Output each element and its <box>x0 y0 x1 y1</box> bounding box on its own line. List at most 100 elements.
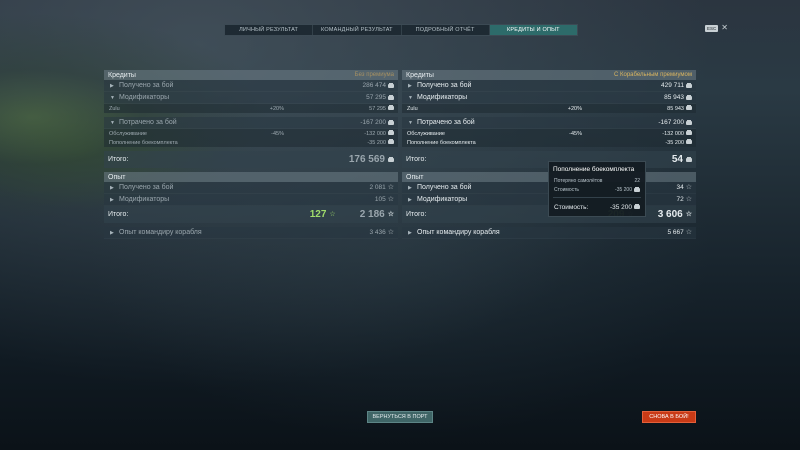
tooltip-cost-value: -35 200 <box>615 186 632 193</box>
xp-earned-value: 34 <box>676 184 684 191</box>
xp-earned-row[interactable]: ▶ Получено за бой 2 081 ☆ <box>104 182 398 194</box>
credits-title: Кредиты <box>406 71 434 79</box>
chevron-right-icon: ▶ <box>110 229 114 236</box>
tooltip-cost-row: Стоимость -35 200 <box>549 185 645 194</box>
close-control[interactable]: ESC ✕ <box>705 24 728 32</box>
return-to-port-button[interactable]: ВЕРНУТЬСЯ В ПОРТ <box>367 411 433 423</box>
free-xp-star-icon: ☆ <box>329 211 336 218</box>
credits-icon <box>388 138 394 144</box>
close-icon[interactable]: ✕ <box>721 24 728 32</box>
credits-icon <box>634 204 640 209</box>
credits-icon <box>388 104 394 110</box>
chevron-down-icon: ▼ <box>110 119 115 126</box>
chevron-down-icon: ▼ <box>110 94 115 101</box>
credits-total-value: 176 569 <box>348 154 385 165</box>
credits-header: Кредиты Без премиума <box>104 70 398 80</box>
credits-total-value: 54 <box>671 154 683 165</box>
left-panel-no-premium: Кредиты Без премиума ▶ Получено за бой 28… <box>104 70 398 239</box>
xp-total-value: 3 606 <box>657 209 683 220</box>
xp-title: Опыт <box>108 173 126 181</box>
xp-total-value: 2 186 <box>359 209 385 220</box>
tab-credits-and-xp[interactable]: КРЕДИТЫ И ОПЫТ <box>489 25 577 35</box>
xp-free-value: 127 <box>309 209 327 220</box>
xp-star-icon: ☆ <box>685 211 692 218</box>
commander-xp-row[interactable]: ▶ Опыт командиру корабля 3 436 ☆ <box>104 227 398 239</box>
tooltip-total-cost-label: Стоимость: <box>554 203 589 211</box>
commander-xp-row[interactable]: ▶ Опыт командиру корабля 5 667 ☆ <box>402 227 696 239</box>
xp-modifiers-row[interactable]: ▶ Модификаторы 105 ☆ <box>104 194 398 206</box>
spent-row[interactable]: ▼ Потрачено за бой -167 200 <box>402 117 696 129</box>
xp-star-icon: ☆ <box>387 196 394 203</box>
credits-icon <box>686 129 692 135</box>
esc-key-badge: ESC <box>705 24 719 32</box>
zulu-pct: +20% <box>269 105 284 112</box>
zulu-label: Zulu <box>109 105 120 112</box>
xp-modifiers-label: Модификаторы <box>417 196 468 203</box>
spent-value: -167 200 <box>360 119 386 126</box>
ammo-label: Пополнение боекомплекта <box>109 139 178 146</box>
chevron-right-icon: ▶ <box>110 184 114 191</box>
xp-star-icon: ☆ <box>387 229 394 236</box>
credits-header: Кредиты С Корабельным премиумом <box>402 70 696 80</box>
credits-title: Кредиты <box>108 71 136 79</box>
credits-icon <box>634 186 640 192</box>
modifiers-row[interactable]: ▼ Модификаторы 57 295 <box>104 92 398 104</box>
tab-personal-result[interactable]: ЛИЧНЫЙ РЕЗУЛЬТАТ <box>225 25 314 35</box>
battle-again-button[interactable]: СНОВА В БОЙ! <box>642 411 696 423</box>
tooltip-total-cost-value: -35 200 <box>609 203 632 211</box>
xp-earned-value: 2 081 <box>369 184 386 191</box>
chevron-right-icon: ▶ <box>408 184 412 191</box>
xp-title: Опыт <box>406 173 424 181</box>
tooltip-divider <box>553 197 641 198</box>
earned-row[interactable]: ▶ Получено за бой 429 711 <box>402 80 696 92</box>
credits-icon <box>388 82 394 88</box>
xp-header: Опыт <box>104 172 398 182</box>
credits-icon <box>388 129 394 135</box>
tab-detailed-report[interactable]: ПОДРОБНЫЙ ОТЧЁТ <box>402 25 490 35</box>
commander-xp-value: 3 436 <box>369 229 386 236</box>
credits-total-label: Итого: <box>406 156 427 163</box>
zulu-value: 85 943 <box>667 105 684 112</box>
credits-icon <box>388 119 394 125</box>
zulu-row: Zulu +20% 85 943 <box>402 104 696 113</box>
service-row: Обслуживание -45% -132 000 <box>104 129 398 138</box>
spent-label: Потрачено за бой <box>119 119 177 126</box>
earned-label: Получено за бой <box>417 82 472 89</box>
ammo-value: -35 200 <box>367 139 386 146</box>
ammo-row: Пополнение боекомплекта -35 200 <box>402 138 696 147</box>
ammo-label: Пополнение боекомплекта <box>407 139 476 146</box>
tooltip-cost-label: Стоимость <box>554 186 580 193</box>
zulu-value: 57 295 <box>369 105 386 112</box>
xp-earned-label: Получено за бой <box>417 184 472 191</box>
credits-total-row: Итого: 176 569 <box>104 151 398 168</box>
xp-modifiers-value: 105 <box>374 196 386 203</box>
earned-row[interactable]: ▶ Получено за бой 286 474 <box>104 80 398 92</box>
service-value: -132 000 <box>662 130 684 137</box>
credits-icon <box>686 119 692 125</box>
credits-icon <box>686 82 692 88</box>
modifiers-value: 57 295 <box>366 94 386 101</box>
commander-xp-label: Опыт командиру корабля <box>417 229 500 236</box>
xp-star-icon: ☆ <box>685 196 692 203</box>
xp-total-label: Итого: <box>406 211 427 218</box>
service-row: Обслуживание -45% -132 000 <box>402 129 696 138</box>
modifiers-label: Модификаторы <box>417 94 468 101</box>
xp-modifiers-value: 72 <box>676 196 684 203</box>
chevron-right-icon: ▶ <box>408 82 412 89</box>
credits-icon <box>388 94 394 100</box>
commander-xp-label: Опыт командиру корабля <box>119 229 202 236</box>
ammo-value: -35 200 <box>665 139 684 146</box>
modifiers-label: Модификаторы <box>119 94 170 101</box>
chevron-down-icon: ▼ <box>408 94 413 101</box>
xp-star-icon: ☆ <box>685 229 692 236</box>
premium-tag: С Корабельным премиумом <box>614 72 692 78</box>
xp-star-icon: ☆ <box>387 184 394 191</box>
spent-row[interactable]: ▼ Потрачено за бой -167 200 <box>104 117 398 129</box>
ammo-row: Пополнение боекомплекта -35 200 <box>104 138 398 147</box>
chevron-right-icon: ▶ <box>408 229 412 236</box>
xp-total-row: Итого: 127 ☆ 2 186 ☆ <box>104 206 398 223</box>
modifiers-row[interactable]: ▼ Модификаторы 85 943 <box>402 92 696 104</box>
tab-team-result[interactable]: КОМАНДНЫЙ РЕЗУЛЬТАТ <box>313 25 402 35</box>
credits-icon <box>686 94 692 100</box>
xp-earned-label: Получено за бой <box>119 184 174 191</box>
